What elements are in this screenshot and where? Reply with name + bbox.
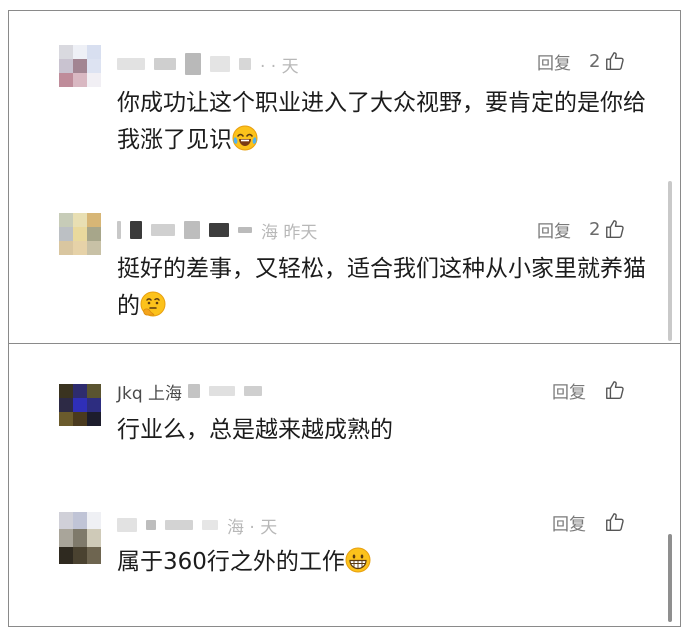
comment-body: 你成功让这个职业进入了大众视野，要肯定的是你给我涨了见识 xyxy=(117,90,646,153)
comment-body: 属于360行之外的工作 xyxy=(117,549,345,575)
comment-actions: 回复 2 xyxy=(537,49,626,74)
comment-text: 挺好的差事，又轻松，适合我们这种从小家里就养猫的 xyxy=(117,251,647,325)
thumbs-up-icon[interactable] xyxy=(604,511,626,533)
comment-actions: 回复 xyxy=(552,378,626,403)
thinking-face-emoji xyxy=(140,291,166,317)
avatar[interactable] xyxy=(59,512,101,564)
reply-button[interactable]: 回复 xyxy=(552,378,586,403)
reply-button[interactable]: 回复 xyxy=(537,49,571,74)
avatar[interactable] xyxy=(59,384,101,426)
comment-meta: · · 天 xyxy=(117,53,299,77)
like-count: 2 xyxy=(589,218,601,240)
comment-actions: 回复 2 xyxy=(537,217,626,242)
avatar[interactable] xyxy=(59,45,101,87)
thumbs-up-icon[interactable] xyxy=(604,50,626,72)
grinning-face-emoji xyxy=(345,547,371,573)
comment-text: 行业么，总是越来越成熟的 xyxy=(117,412,647,449)
comment-meta: 海 昨天 xyxy=(117,219,318,243)
comment-meta: Jkq 上海 xyxy=(117,380,271,404)
comment-panel-bottom: Jkq 上海 回复 行业么，总是越来越成熟的 海 · 天 回复 属于360行之外… xyxy=(8,343,681,627)
like-count: 2 xyxy=(589,50,601,72)
comment-body: 行业么，总是越来越成熟的 xyxy=(117,417,393,443)
reply-button[interactable]: 回复 xyxy=(537,217,571,242)
comment-meta-text: · · 天 xyxy=(260,56,299,77)
comment-text: 属于360行之外的工作 xyxy=(117,544,647,581)
scrollbar[interactable] xyxy=(668,534,672,622)
comment-meta-text: Jkq 上海 xyxy=(117,383,183,404)
scrollbar[interactable] xyxy=(668,181,672,341)
comment-meta: 海 · 天 xyxy=(117,514,278,538)
tears-of-joy-emoji xyxy=(232,125,258,151)
comment-item: Jkq 上海 回复 行业么，总是越来越成熟的 xyxy=(9,344,680,472)
comment-body: 挺好的差事，又轻松，适合我们这种从小家里就养猫的 xyxy=(117,256,646,319)
comment-item: 海 昨天 回复 2 挺好的差事，又轻松，适合我们这种从小家里就养猫的 xyxy=(9,171,680,345)
comment-item: 海 · 天 回复 属于360行之外的工作 xyxy=(9,472,680,628)
comment-meta-text: 海 · 天 xyxy=(227,517,278,538)
comment-panel-top: · · 天 回复 2 你成功让这个职业进入了大众视野，要肯定的是你给我涨了见识 xyxy=(8,10,681,344)
comment-actions: 回复 xyxy=(552,510,626,535)
reply-button[interactable]: 回复 xyxy=(552,510,586,535)
comment-item: · · 天 回复 2 你成功让这个职业进入了大众视野，要肯定的是你给我涨了见识 xyxy=(9,11,680,171)
comment-meta-text: 海 昨天 xyxy=(261,222,318,243)
thumbs-up-icon[interactable] xyxy=(604,379,626,401)
thumbs-up-icon[interactable] xyxy=(604,218,626,240)
comment-text: 你成功让这个职业进入了大众视野，要肯定的是你给我涨了见识 xyxy=(117,85,647,159)
avatar[interactable] xyxy=(59,213,101,255)
